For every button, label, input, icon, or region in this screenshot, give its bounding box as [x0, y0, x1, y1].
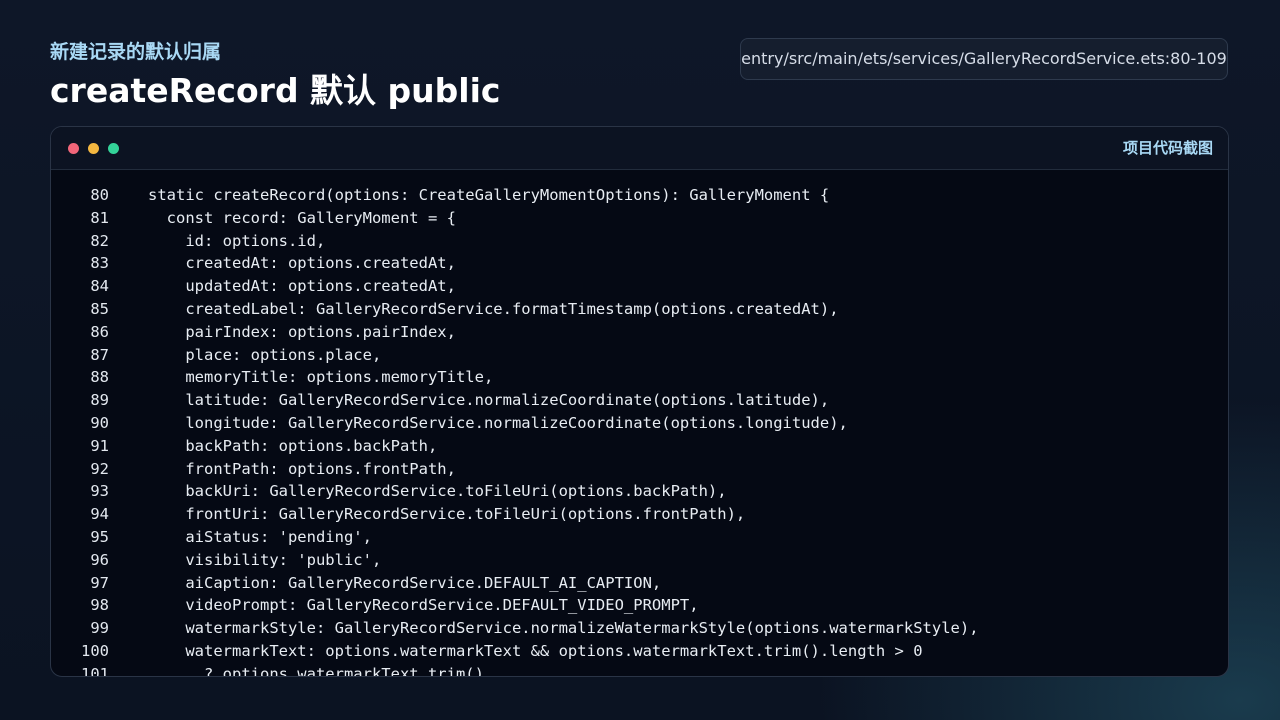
close-dot: [68, 143, 79, 154]
line-number: 96: [90, 550, 109, 569]
code-text: createdLabel: GalleryRecordService.forma…: [148, 299, 839, 318]
code-text: aiCaption: GalleryRecordService.DEFAULT_…: [148, 573, 662, 592]
line-number: 100: [81, 641, 109, 660]
code-line: 96 visibility: 'public',: [51, 549, 1228, 572]
code-line: 85 createdLabel: GalleryRecordService.fo…: [51, 298, 1228, 321]
code-text: aiStatus: 'pending',: [148, 527, 372, 546]
code-line: 90 longitude: GalleryRecordService.norma…: [51, 412, 1228, 435]
line-number: 97: [90, 573, 109, 592]
code-text: createdAt: options.createdAt,: [148, 254, 456, 273]
code-line: 89 latitude: GalleryRecordService.normal…: [51, 389, 1228, 412]
code-text: memoryTitle: options.memoryTitle,: [148, 368, 494, 387]
line-number: 101: [81, 664, 109, 676]
line-number: 89: [90, 391, 109, 410]
maximize-dot: [108, 143, 119, 154]
code-line: 99 watermarkStyle: GalleryRecordService.…: [51, 617, 1228, 640]
code-line: 87 place: options.place,: [51, 344, 1228, 367]
line-number: 85: [90, 299, 109, 318]
file-path-badge: entry/src/main/ets/services/GalleryRecor…: [740, 38, 1228, 80]
code-text: backUri: GalleryRecordService.toFileUri(…: [148, 482, 727, 501]
code-line: 83 createdAt: options.createdAt,: [51, 252, 1228, 275]
code-line: 91 backPath: options.backPath,: [51, 435, 1228, 458]
line-number: 83: [90, 254, 109, 273]
code-text: const record: GalleryMoment = {: [148, 208, 456, 227]
code-line: 95 aiStatus: 'pending',: [51, 526, 1228, 549]
code-text: backPath: options.backPath,: [148, 436, 438, 455]
code-line: 88 memoryTitle: options.memoryTitle,: [51, 366, 1228, 389]
line-number: 82: [90, 231, 109, 250]
code-listing: 80 static createRecord(options: CreateGal…: [51, 184, 1228, 676]
code-text: static createRecord(options: CreateGalle…: [148, 186, 830, 204]
code-text: frontUri: GalleryRecordService.toFileUri…: [148, 505, 746, 524]
line-number: 87: [90, 345, 109, 364]
slide-title: createRecord 默认 public: [50, 71, 501, 110]
line-number: 90: [90, 413, 109, 432]
code-text: id: options.id,: [148, 231, 326, 250]
code-text: pairIndex: options.pairIndex,: [148, 322, 456, 341]
code-text: visibility: 'public',: [148, 550, 382, 569]
line-number: 88: [90, 368, 109, 387]
line-number: 80: [90, 186, 109, 204]
code-text: place: options.place,: [148, 345, 382, 364]
code-line: 80 static createRecord(options: CreateGal…: [51, 184, 1228, 207]
code-line: 97 aiCaption: GalleryRecordService.DEFAU…: [51, 572, 1228, 595]
code-text: updatedAt: options.createdAt,: [148, 277, 456, 296]
code-line: 82 id: options.id,: [51, 230, 1228, 253]
code-line: 100 watermarkText: options.watermarkText…: [51, 640, 1228, 663]
code-line: 94 frontUri: GalleryRecordService.toFile…: [51, 503, 1228, 526]
line-number: 99: [90, 619, 109, 638]
line-number: 81: [90, 208, 109, 227]
window-label: 项目代码截图: [1122, 139, 1213, 157]
code-line: 98 videoPrompt: GalleryRecordService.DEF…: [51, 594, 1228, 617]
line-number: 91: [90, 436, 109, 455]
code-line: 84 updatedAt: options.createdAt,: [51, 275, 1228, 298]
line-number: 84: [90, 277, 109, 296]
code-window: 项目代码截图 80 static createRecord(options: Cr…: [50, 126, 1229, 677]
code-line: 92 frontPath: options.frontPath,: [51, 458, 1228, 481]
slide-subtitle: 新建记录的默认归属: [50, 41, 222, 63]
line-number: 98: [90, 596, 109, 615]
line-number: 93: [90, 482, 109, 501]
code-text: watermarkStyle: GalleryRecordService.nor…: [148, 619, 979, 638]
code-text: longitude: GalleryRecordService.normaliz…: [148, 413, 848, 432]
code-text: frontPath: options.frontPath,: [148, 459, 456, 478]
minimize-dot: [88, 143, 99, 154]
code-line: 81 const record: GalleryMoment = {: [51, 207, 1228, 230]
line-number: 95: [90, 527, 109, 546]
window-titlebar: 项目代码截图: [51, 127, 1228, 170]
code-line: 101 ? options.watermarkText.trim(): [51, 663, 1228, 676]
line-number: 92: [90, 459, 109, 478]
code-text: ? options.watermarkText.trim(): [148, 664, 484, 676]
line-number: 86: [90, 322, 109, 341]
code-line: 86 pairIndex: options.pairIndex,: [51, 321, 1228, 344]
code-line: 93 backUri: GalleryRecordService.toFileU…: [51, 480, 1228, 503]
code-text: watermarkText: options.watermarkText && …: [148, 641, 923, 660]
code-text: videoPrompt: GalleryRecordService.DEFAUL…: [148, 596, 699, 615]
line-number: 94: [90, 505, 109, 524]
code-text: latitude: GalleryRecordService.normalize…: [148, 391, 830, 410]
